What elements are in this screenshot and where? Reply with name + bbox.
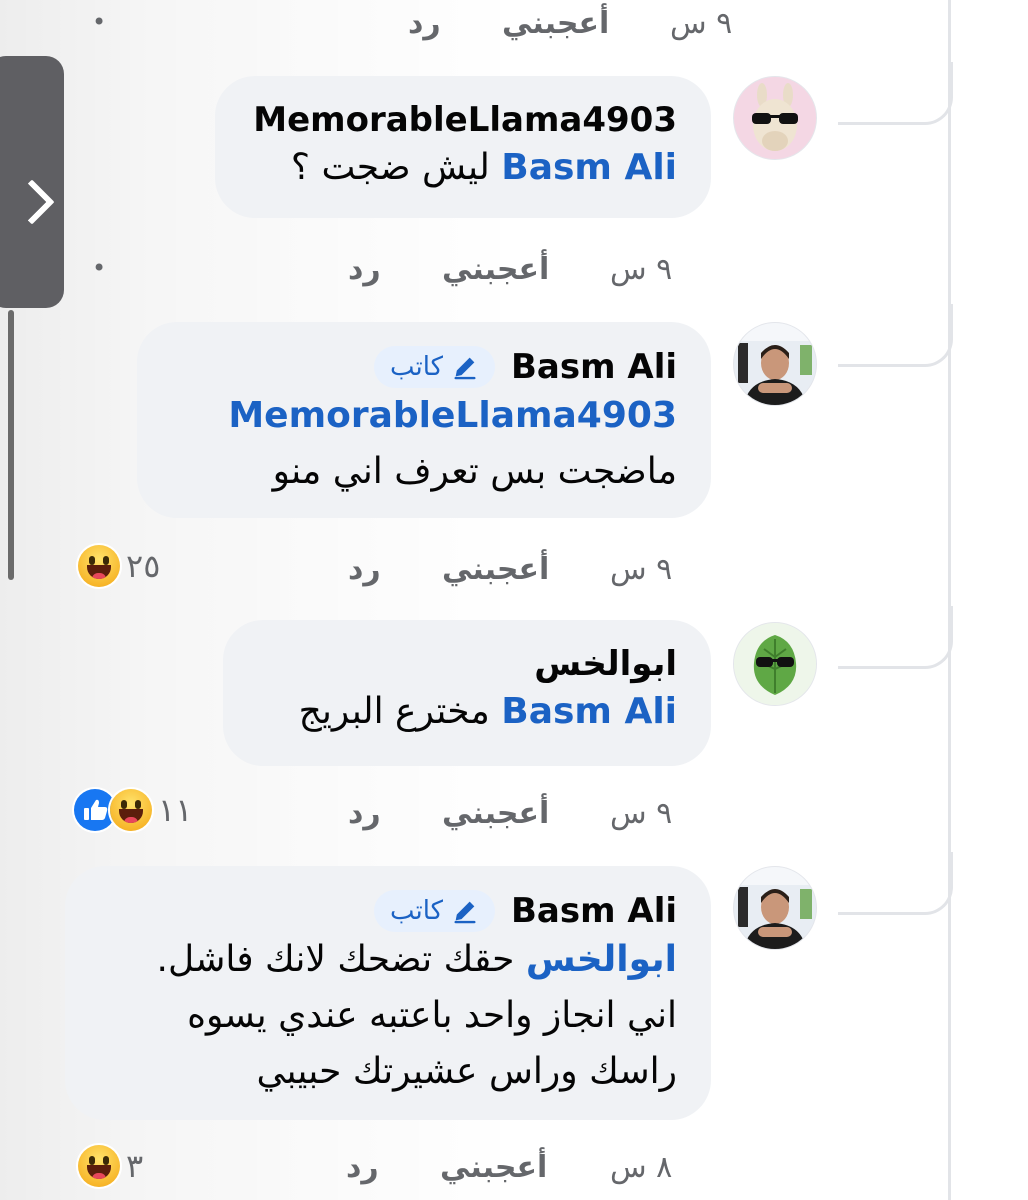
avatar[interactable] [733, 322, 817, 406]
reply-button[interactable]: رد [408, 6, 441, 41]
like-button[interactable]: أعجبني [442, 252, 549, 287]
author-badge-label: كاتب [389, 896, 444, 926]
more-dot-icon[interactable]: • [92, 254, 106, 282]
comment-time[interactable]: ٩ س [610, 252, 672, 287]
llama-avatar-icon [734, 77, 816, 159]
comment-bubble: Basm Ali كاتب MemorableLlama4903 ماضجت ب… [137, 322, 711, 518]
man-photo-avatar-icon [734, 323, 816, 405]
author-badge: كاتب [373, 346, 496, 388]
mention-link[interactable]: Basm Ali [501, 147, 677, 188]
thread-connector [838, 606, 953, 669]
lettuce-avatar-icon [734, 623, 816, 705]
scrollbar[interactable] [8, 310, 14, 580]
comment-body-line: مخترع البريج [298, 691, 490, 732]
comment-body-line: اني انجاز واحد باعتبه عندي يسوه [187, 995, 677, 1036]
comment-text: ابوالخس حقك تضحك لانك فاشل. [99, 932, 677, 988]
comment-actions: ٩ س أعجبني رد • [0, 6, 1028, 56]
reaction-summary[interactable]: ١١ [74, 789, 192, 831]
reply-button[interactable]: رد [348, 252, 381, 287]
haha-emoji-icon [110, 789, 152, 831]
comment-body-line: راسك وراس عشيرتك حبيبي [256, 1051, 677, 1092]
comment-author[interactable]: ابوالخس [534, 644, 677, 684]
avatar[interactable] [733, 866, 817, 950]
thread-connector [838, 852, 953, 915]
comment-actions: ٩ س أعجبني رد • [0, 252, 1028, 302]
comment-author[interactable]: Basm Ali [511, 347, 677, 387]
reaction-count: ٣ [126, 1147, 144, 1185]
comment-actions: ٨ س أعجبني رد [0, 1150, 1028, 1200]
comment-bubble: ابوالخس Basm Ali مخترع البريج [223, 620, 711, 766]
like-button[interactable]: أعجبني [440, 1150, 547, 1185]
like-button[interactable]: أعجبني [442, 552, 549, 587]
comment-bubble: Basm Ali كاتب ابوالخس حقك تضحك لانك فاشل… [65, 866, 711, 1120]
comment-time[interactable]: ٨ س [610, 1150, 672, 1185]
like-button[interactable]: أعجبني [442, 796, 549, 831]
reply-button[interactable]: رد [348, 552, 381, 587]
comment-time[interactable]: ٩ س [610, 552, 672, 587]
haha-emoji-icon [78, 1145, 120, 1187]
reaction-summary[interactable]: ٣ [78, 1145, 143, 1187]
pencil-icon [454, 901, 476, 924]
chevron-right-icon [9, 179, 55, 225]
comment-header: MemorableLlama4903 [249, 100, 677, 140]
reply-button[interactable]: رد [348, 796, 381, 831]
avatar[interactable] [733, 622, 817, 706]
reaction-count: ١١ [158, 791, 193, 829]
comment-time[interactable]: ٩ س [610, 796, 672, 831]
avatar[interactable] [733, 76, 817, 160]
reply-button[interactable]: رد [346, 1150, 379, 1185]
comment-bubble: MemorableLlama4903 Basm Ali ليش ضجت ؟ [215, 76, 711, 218]
comment-time[interactable]: ٩ س [670, 6, 732, 41]
comment-header: Basm Ali كاتب [99, 890, 677, 932]
comment-body-line: حقك تضحك لانك فاشل. [156, 939, 515, 980]
thread-connector [838, 62, 953, 125]
mention-link[interactable]: ابوالخس [526, 939, 677, 980]
comment-body-line: ماضجت بس تعرف اني منو [272, 451, 677, 492]
comment-text: Basm Ali مخترع البريج [257, 684, 677, 740]
pencil-icon [454, 357, 476, 380]
thread-connector [838, 304, 953, 367]
comment-header: ابوالخس [257, 644, 677, 684]
author-badge-label: كاتب [389, 352, 444, 382]
more-dot-icon[interactable]: • [92, 8, 106, 36]
comment-text: Basm Ali ليش ضجت ؟ [249, 140, 677, 196]
author-badge: كاتب [373, 890, 496, 932]
haha-emoji-icon [78, 545, 120, 587]
mention-link[interactable]: MemorableLlama4903 [228, 395, 677, 436]
like-button[interactable]: أعجبني [502, 6, 609, 41]
mention-link[interactable]: Basm Ali [501, 691, 677, 732]
comment-body-line: ليش ضجت ؟ [290, 147, 490, 188]
comment-text: MemorableLlama4903 [171, 388, 677, 444]
comment-header: Basm Ali كاتب [171, 346, 677, 388]
man-photo-avatar-icon [734, 867, 816, 949]
reaction-count: ٢٥ [126, 547, 161, 585]
reaction-summary[interactable]: ٢٥ [78, 545, 160, 587]
comment-author[interactable]: Basm Ali [511, 891, 677, 931]
comment-author[interactable]: MemorableLlama4903 [253, 100, 677, 140]
